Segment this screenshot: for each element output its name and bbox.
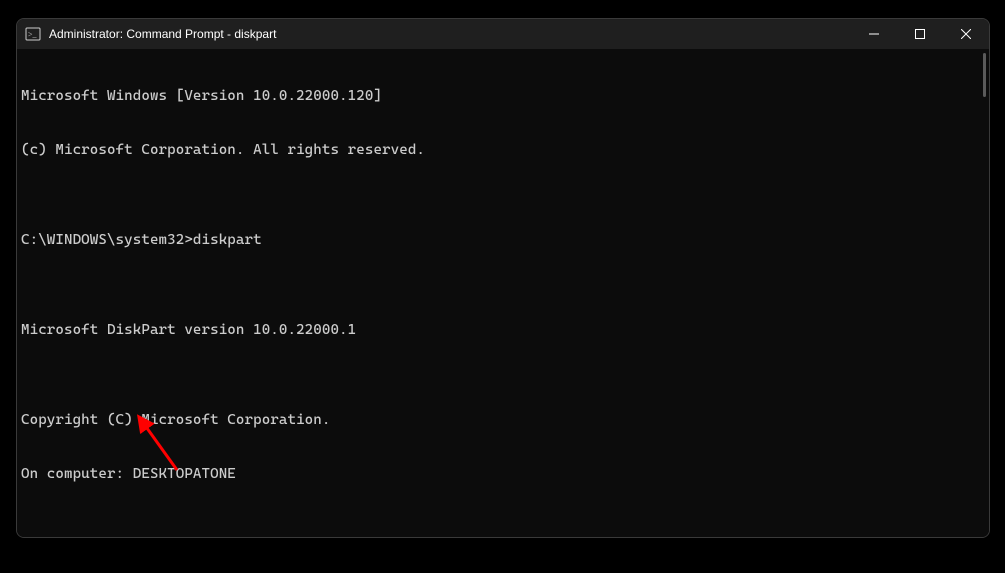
terminal-line: Microsoft DiskPart version 10.0.22000.1 (21, 321, 985, 339)
cmd-icon: >_ (25, 26, 41, 42)
terminal-line: (c) Microsoft Corporation. All rights re… (21, 141, 985, 159)
window-title: Administrator: Command Prompt - diskpart (49, 27, 276, 41)
terminal-line: C:\WINDOWS\system32>diskpart (21, 231, 985, 249)
terminal-line: Microsoft Windows [Version 10.0.22000.12… (21, 87, 985, 105)
titlebar[interactable]: >_ Administrator: Command Prompt - diskp… (17, 19, 989, 49)
maximize-button[interactable] (897, 19, 943, 49)
terminal-output[interactable]: Microsoft Windows [Version 10.0.22000.12… (17, 49, 989, 538)
command-prompt-window: >_ Administrator: Command Prompt - diskp… (16, 18, 990, 538)
minimize-button[interactable] (851, 19, 897, 49)
terminal-line: On computer: DESKTOPATONE (21, 465, 985, 483)
scrollbar-thumb[interactable] (983, 53, 986, 97)
terminal-line: Copyright (C) Microsoft Corporation. (21, 411, 985, 429)
svg-text:>_: >_ (28, 30, 38, 39)
close-button[interactable] (943, 19, 989, 49)
